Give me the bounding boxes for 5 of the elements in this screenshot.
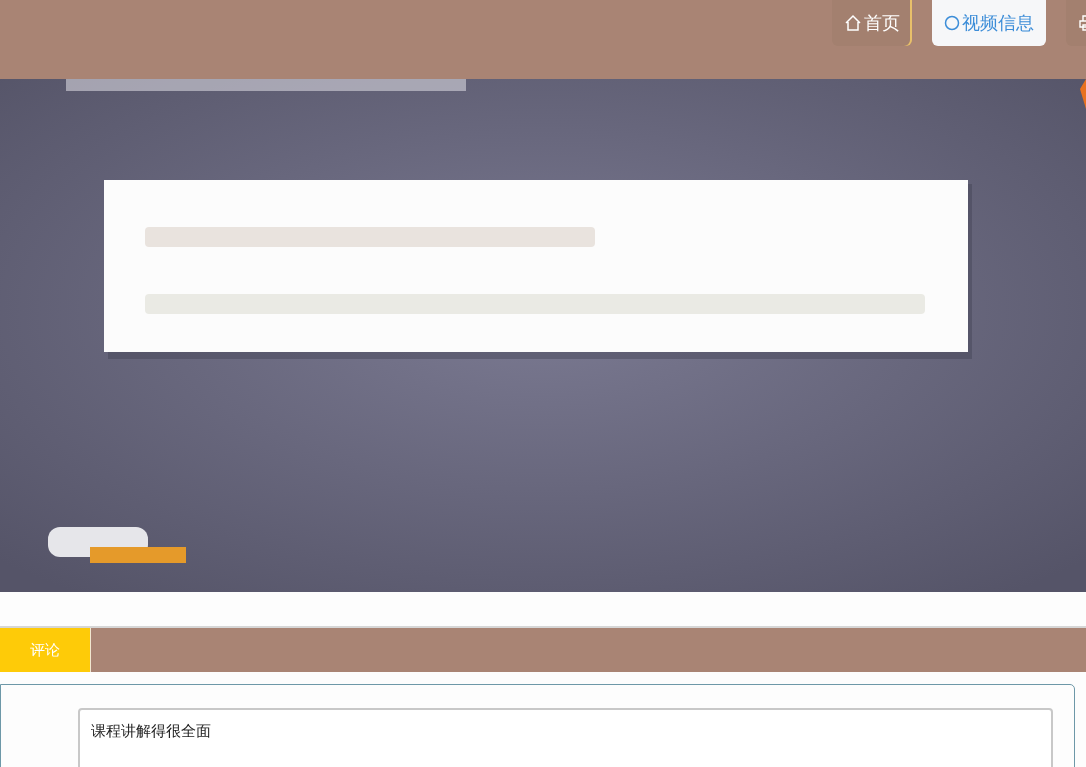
nav-tab[interactable]: 首页: [832, 0, 912, 46]
comment-field[interactable]: 课程讲解得很全面: [78, 708, 1053, 767]
home-icon: [844, 14, 862, 32]
circle-icon: [944, 15, 960, 31]
nav-tab[interactable]: 视频信息: [932, 0, 1046, 46]
